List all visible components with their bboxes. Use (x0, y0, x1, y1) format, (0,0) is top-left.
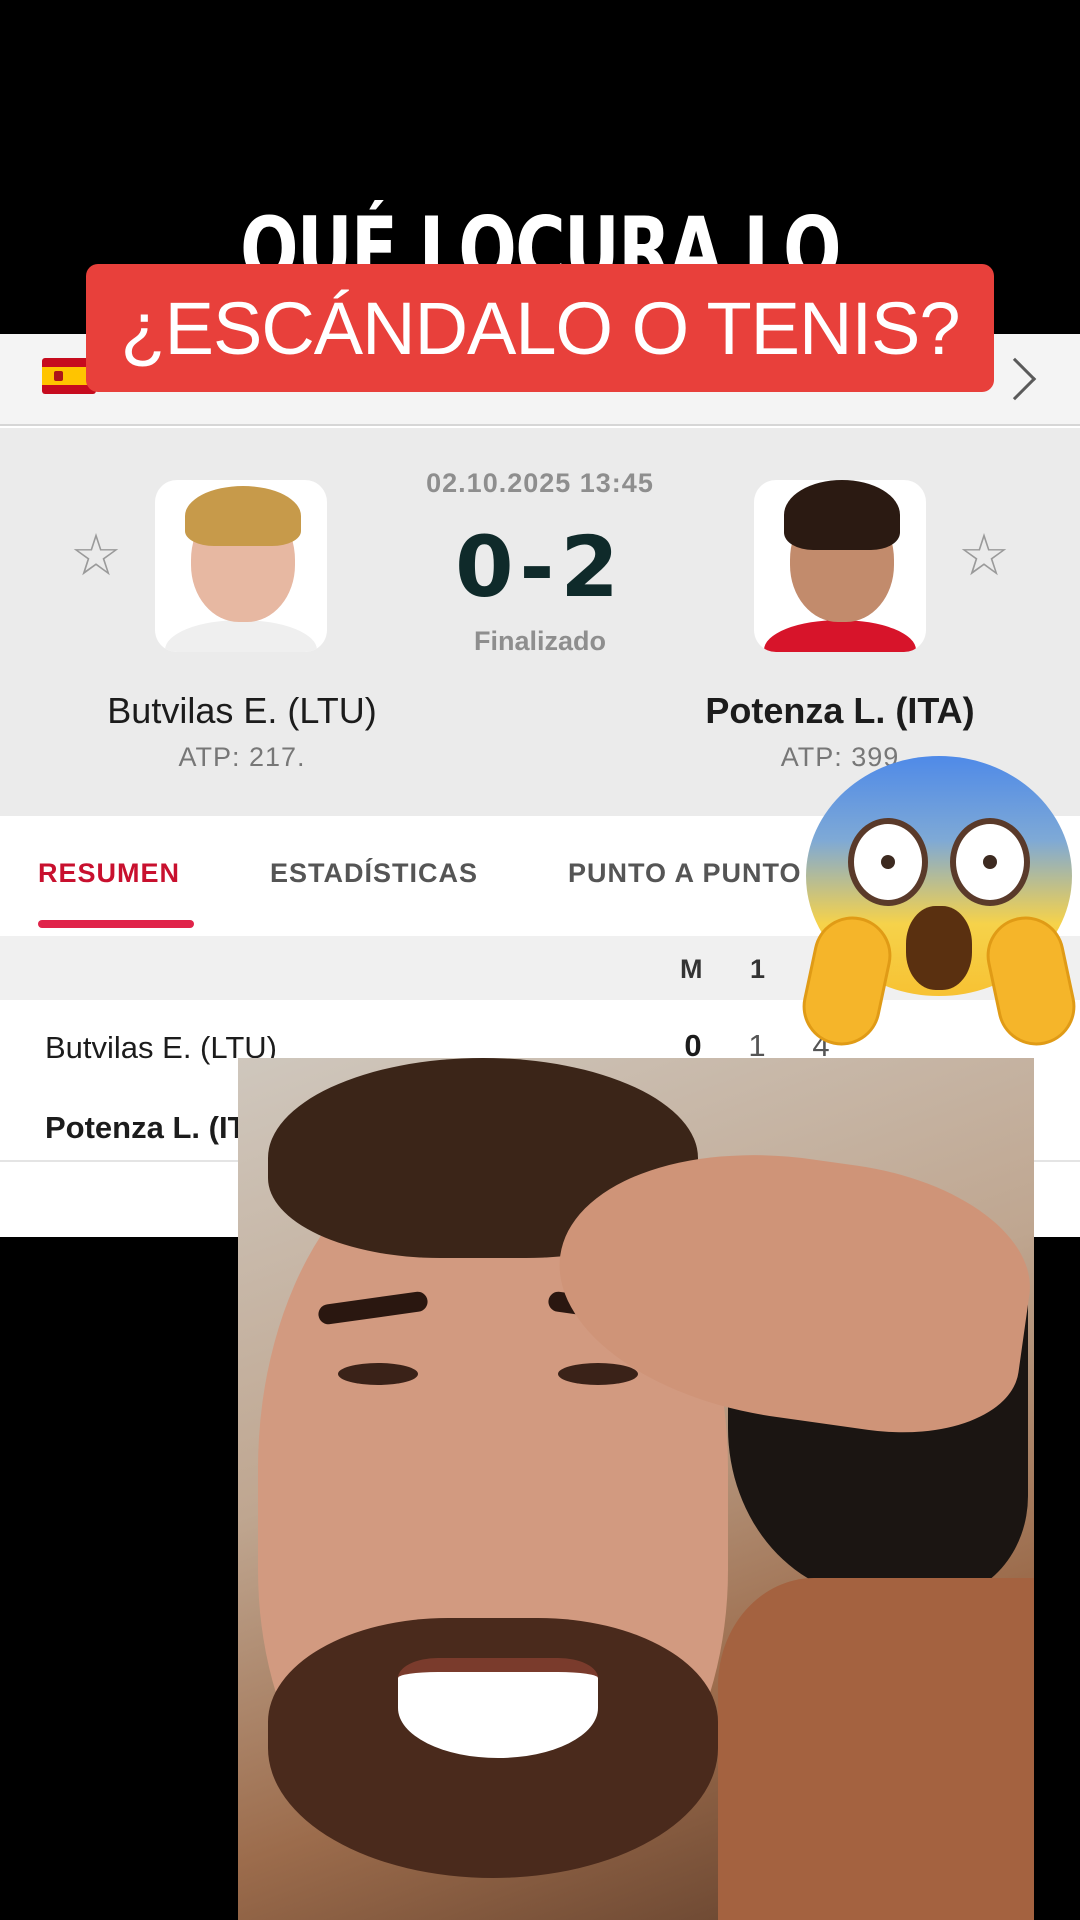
emoji-hand (795, 909, 899, 1053)
star-icon[interactable]: ☆ (956, 527, 1012, 585)
match-status: Finalizado (473, 626, 606, 656)
webcam-shoulder (718, 1578, 1034, 1920)
player1-avatar-body (165, 620, 317, 652)
player2-name[interactable]: Potenza L. (ITA) (630, 690, 1050, 732)
scared-face-emoji (795, 756, 1080, 1053)
title-banner: ¿ESCÁNDALO O TENIS? (86, 264, 994, 392)
player1-name[interactable]: Butvilas E. (LTU) (32, 690, 452, 732)
player1-avatar-hair (185, 486, 301, 546)
row-player-name: Potenza L. (IT (45, 1110, 247, 1145)
active-tab-indicator (38, 920, 194, 928)
player2-avatar[interactable] (754, 480, 926, 652)
video-top-caption: QUÉ LOCURA LO (240, 200, 841, 270)
emoji-pupil (881, 855, 895, 869)
player2-avatar-hair (784, 480, 900, 550)
tab-resumen[interactable]: RESUMEN (38, 858, 180, 889)
star-icon[interactable]: ☆ (68, 527, 124, 585)
header-set1: 1 (750, 954, 766, 984)
creator-webcam-overlay (238, 1058, 1034, 1920)
webcam-mouth (398, 1658, 598, 1758)
match-score: 0-2 (455, 518, 625, 616)
webcam-eye (338, 1363, 418, 1385)
match-datetime: 02.10.2025 13:45 (426, 468, 654, 498)
player1-avatar[interactable] (155, 480, 327, 652)
flag-emblem (54, 371, 63, 381)
chevron-right-icon[interactable] (993, 357, 1037, 401)
webcam-eye (558, 1363, 638, 1385)
emoji-hand (979, 909, 1080, 1053)
emoji-pupil (983, 855, 997, 869)
emoji-mouth (906, 906, 972, 990)
emoji-eye (950, 818, 1030, 906)
emoji-eye (848, 818, 928, 906)
tab-punto-a-punto[interactable]: PUNTO A PUNTO (568, 858, 802, 889)
player2-avatar-body (764, 620, 916, 652)
tab-estadisticas[interactable]: ESTADÍSTICAS (270, 858, 478, 889)
header-matches: M (680, 954, 703, 984)
player1-rank: ATP: 217. (178, 742, 306, 772)
